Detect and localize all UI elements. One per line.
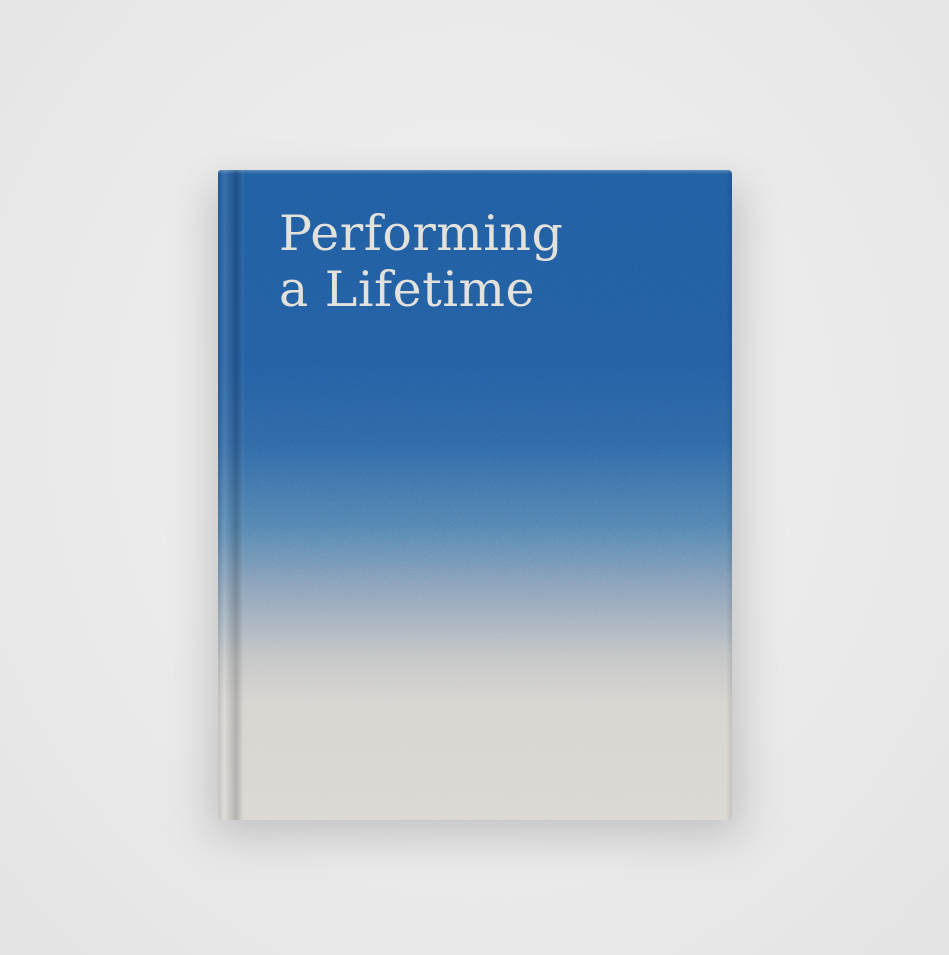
- book-title-line-2: a Lifetime: [279, 261, 535, 318]
- book-cover: Performing a Lifetime: [218, 170, 732, 820]
- book-spine: [218, 170, 244, 820]
- book-right-edge: [726, 170, 732, 820]
- book-title-line-1: Performing: [279, 205, 564, 262]
- book-top-edge: [218, 170, 732, 174]
- book-title: Performing a Lifetime: [279, 206, 709, 318]
